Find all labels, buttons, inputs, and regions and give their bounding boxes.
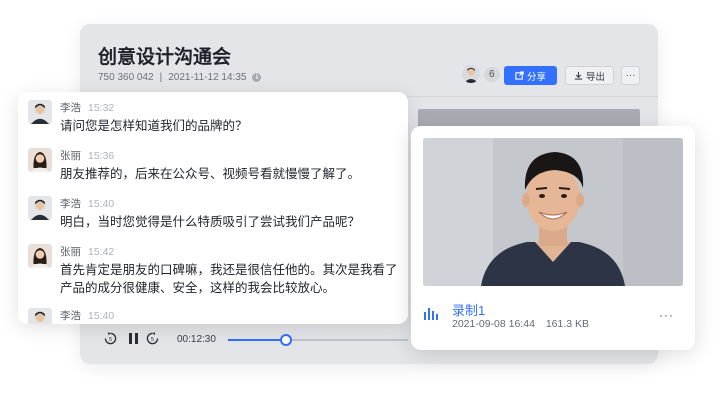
chat-panel: 李浩 15:32 请问您是怎样知道我们的品牌的？ 张丽 15:36 朋友推荐的，后来… [18,92,408,324]
female-avatar-icon [28,148,52,172]
avatar [28,196,52,220]
message-time: 15:40 [88,310,115,322]
male-avatar-icon [28,308,52,324]
info-icon[interactable]: i [252,73,262,82]
pause-icon[interactable] [128,332,139,345]
participant-count: 6 [484,66,500,82]
meeting-meta: 750 360 042 | 2021-11-12 14:35 i [98,72,262,83]
more-button[interactable]: ··· [621,66,640,85]
participants[interactable]: 6 [462,65,500,83]
export-label: 导出 [585,71,605,83]
recording-name[interactable]: 录制1 [452,300,485,319]
progress-fill [228,339,286,341]
avatar [28,100,52,124]
progress-handle[interactable] [279,334,292,346]
avatar [28,148,52,172]
message-text: 请问您是怎样知道我们的品牌的？ [60,119,248,133]
meeting-id: 750 360 042 [98,72,154,83]
message-text: 首先肯定是朋友的口碑嘛，我还是很信任他的。其次是我看了产品的成分很健康、安全，这… [60,263,398,295]
sender-name: 李浩 [60,102,81,114]
female-avatar-icon [28,244,52,268]
meeting-title: 创意设计沟通会 [98,47,232,68]
recording-meta: 2021-09-08 16:44 161.3 KB [452,318,589,330]
recording-thumbnail[interactable] [423,138,683,286]
audio-wave-icon [424,308,438,320]
current-time: 00:12:30 [177,334,216,345]
share-label: 分享 [526,71,546,83]
male-avatar-icon [28,100,52,124]
avatar [28,308,52,324]
sender-name: 张丽 [60,150,81,162]
forward-icon[interactable]: 5 [146,332,159,345]
svg-text:5: 5 [151,337,154,343]
export-button[interactable]: 导出 [565,66,614,85]
message-time: 15:32 [88,102,115,114]
avatar [462,65,480,83]
message-time: 15:36 [88,150,115,162]
sender-name: 李浩 [60,310,81,322]
rewind-icon[interactable]: 5 [104,332,117,345]
sender-name: 李浩 [60,198,81,210]
person-portrait-icon [423,138,683,286]
meeting-separator: | [159,72,163,83]
stage: 创意设计沟通会 750 360 042 | 2021-11-12 14:35 i… [0,0,720,410]
svg-text:5: 5 [109,337,112,343]
download-icon [574,71,583,80]
message-time: 15:42 [88,246,115,258]
sender-name: 张丽 [60,246,81,258]
share-button[interactable]: 分享 [504,66,557,85]
meeting-datetime: 2021-11-12 14:35 [168,72,247,83]
message-time: 15:40 [88,198,115,210]
share-icon [515,71,524,80]
male-avatar-icon [28,196,52,220]
recording-more-button[interactable]: ··· [659,308,674,322]
recording-card[interactable]: 录制1 2021-09-08 16:44 161.3 KB ··· [411,126,695,350]
message-text: 明白，当时您觉得是什么特质吸引了尝试我们产品呢？ [60,215,361,229]
male-avatar-icon [462,65,480,83]
recording-date: 2021-09-08 16:44 [452,318,535,330]
message-text: 朋友推荐的，后来在公众号、视频号看就慢慢了解了。 [60,167,361,181]
recording-size: 161.3 KB [545,318,590,330]
progress-track[interactable] [228,334,408,346]
avatar [28,244,52,268]
